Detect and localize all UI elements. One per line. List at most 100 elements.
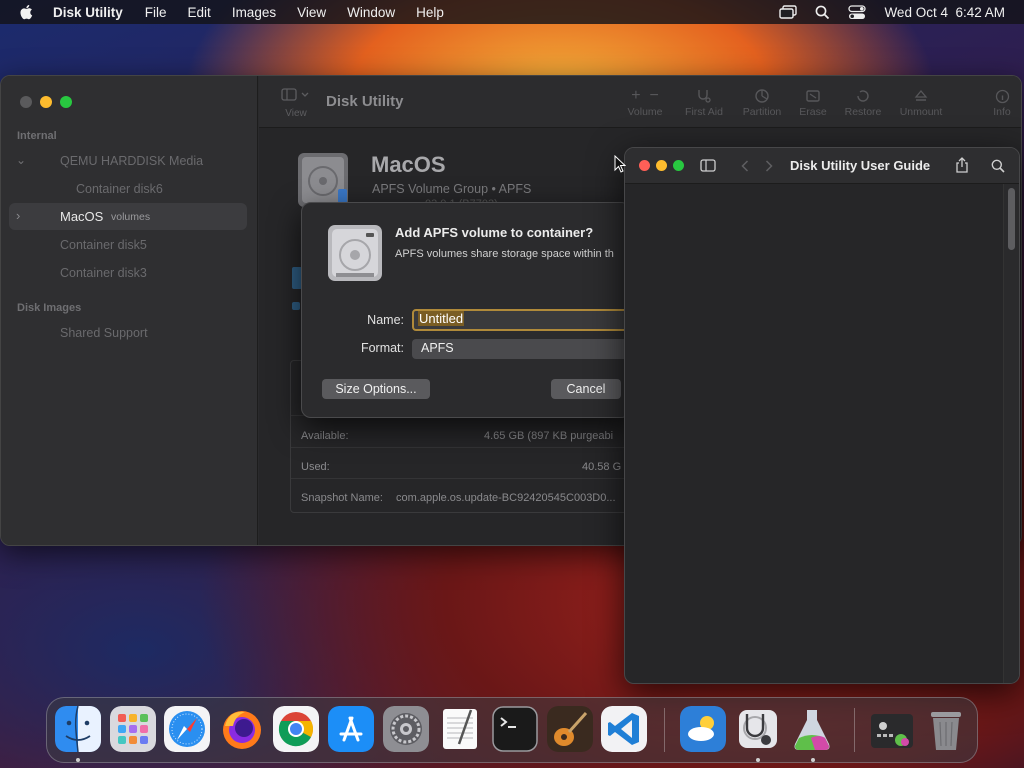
screen-mirroring-icon[interactable]	[779, 5, 798, 19]
help-viewer-window: Disk Utility User Guide	[624, 147, 1020, 684]
toolbar-info-button[interactable]: Info	[987, 86, 1017, 118]
dock-downloads-stack[interactable]	[869, 706, 915, 752]
disk-utility-icon	[739, 710, 777, 748]
toolbar-unmount-button[interactable]: Unmount	[895, 86, 947, 118]
running-indicator	[811, 758, 815, 762]
view-button[interactable]: View	[281, 88, 311, 119]
textedit-icon	[443, 709, 477, 749]
sidebar-item-label: Container disk6	[76, 182, 163, 196]
dock-vscode[interactable]	[601, 706, 647, 752]
toolbar-label: Erase	[799, 106, 827, 118]
close-button[interactable]	[639, 160, 650, 171]
minimize-button[interactable]	[40, 96, 52, 108]
toolbar-first-aid-button[interactable]: First Aid	[679, 86, 729, 118]
toolbar-label: Info	[993, 106, 1011, 118]
window-title: Disk Utility	[326, 93, 404, 110]
sidebar-item-container-disk5[interactable]: Container disk5	[60, 238, 147, 252]
share-icon[interactable]	[955, 157, 969, 173]
toolbar-label: First Aid	[685, 106, 723, 118]
dock-disk-utility[interactable]	[735, 706, 781, 752]
chevron-right-icon[interactable]: ›	[16, 208, 20, 223]
disk-utility-drive-icon	[328, 225, 382, 281]
toolbar: View Disk Utility + − Volume First Aid P…	[259, 76, 1021, 128]
toolbar-restore-button[interactable]: Restore	[839, 86, 887, 118]
sidebar-item-container-disk6[interactable]: Container disk6	[76, 182, 163, 196]
zoom-button[interactable]	[60, 96, 72, 108]
add-volume-dialog: Add APFS volume to container? APFS volum…	[301, 202, 642, 418]
menu-help[interactable]: Help	[416, 5, 444, 20]
dock-finder[interactable]	[55, 706, 101, 752]
guitar-icon	[547, 706, 593, 752]
trash-icon	[931, 712, 961, 750]
control-center-icon[interactable]	[848, 4, 867, 20]
dock-terminal[interactable]	[492, 706, 538, 752]
info-key: Snapshot Name:	[301, 492, 383, 504]
sidebar-item-label: MacOS	[60, 209, 104, 224]
chevron-down-icon[interactable]: ⌄	[16, 153, 26, 167]
menu-images[interactable]: Images	[232, 5, 276, 20]
info-value: 4.65 GB (897 KB purgeabi	[484, 430, 614, 442]
dock-system-settings[interactable]	[383, 706, 429, 752]
scrollbar-thumb[interactable]	[1008, 188, 1015, 250]
minimize-button[interactable]	[656, 160, 667, 171]
dock-app-store[interactable]	[328, 706, 374, 752]
scroll-track[interactable]	[1003, 184, 1019, 683]
apple-menu-icon[interactable]	[18, 3, 36, 21]
sidebar-toggle-icon[interactable]	[700, 159, 716, 172]
format-select[interactable]: APFS	[412, 339, 642, 359]
format-label: Format:	[360, 341, 404, 355]
help-title: Disk Utility User Guide	[790, 158, 931, 173]
mouse-cursor-icon	[614, 155, 626, 173]
info-value: com.apple.os.update-BC92420545C003D0...	[396, 492, 616, 504]
finder-icon	[55, 706, 101, 752]
dock-firefox[interactable]	[219, 706, 265, 752]
zoom-button[interactable]	[673, 160, 684, 171]
dock-garageband[interactable]	[547, 706, 593, 752]
close-button[interactable]	[20, 96, 32, 108]
toolbar-erase-button[interactable]: Erase	[795, 86, 831, 118]
sidebar-item-container-disk3[interactable]: Container disk3	[60, 266, 147, 280]
toolbar-partition-button[interactable]: Partition	[736, 86, 788, 118]
downloads-stack-icon	[871, 714, 913, 748]
sidebar-item-macos[interactable]: › MacOS volumes	[9, 203, 247, 230]
volume-name-input[interactable]: Untitled	[412, 309, 642, 331]
dock-separator	[854, 708, 855, 752]
sidebar-item-shared-support[interactable]: Shared Support	[60, 326, 148, 340]
toolbar-volume-button[interactable]: + − Volume	[621, 86, 669, 118]
menu-app-name[interactable]: Disk Utility	[53, 5, 123, 20]
dock-trash[interactable]	[923, 706, 969, 752]
dock-textedit[interactable]	[437, 706, 483, 752]
search-icon[interactable]	[991, 159, 1005, 173]
size-options-button[interactable]: Size Options...	[322, 379, 430, 399]
name-label: Name:	[367, 313, 404, 327]
sidebar-item-qemu-harddisk[interactable]: ⌄ QEMU HARDDISK Media	[16, 153, 203, 168]
firefox-icon	[223, 711, 261, 749]
dock-chrome[interactable]	[273, 706, 319, 752]
info-icon	[995, 89, 1009, 103]
menu-file[interactable]: File	[145, 5, 167, 20]
sidebar-item-label: Container disk3	[60, 266, 147, 280]
sidebar: Internal ⌄ QEMU HARDDISK Media Container…	[1, 76, 258, 545]
flask-icon	[794, 710, 830, 750]
menu-edit[interactable]: Edit	[188, 5, 211, 20]
toolbar-label: Partition	[742, 106, 782, 118]
menu-window[interactable]: Window	[347, 5, 395, 20]
sidebar-item-sublabel: volumes	[111, 211, 151, 223]
back-arrow-icon[interactable]	[741, 160, 749, 172]
dock-image-tool[interactable]	[789, 706, 835, 752]
dock-launchpad[interactable]	[110, 706, 156, 752]
spotlight-search-icon[interactable]	[815, 5, 830, 20]
divider	[291, 478, 649, 479]
menubar-clock[interactable]: Wed Oct 4 6:42 AM	[884, 5, 1005, 20]
toolbar-label: Volume	[627, 106, 663, 118]
forward-arrow-icon[interactable]	[765, 160, 773, 172]
info-key: Available:	[301, 430, 349, 442]
eject-icon	[914, 89, 928, 101]
sidebar-section-internal: Internal	[17, 130, 57, 142]
menu-view[interactable]: View	[297, 5, 326, 20]
cancel-button[interactable]: Cancel	[551, 379, 621, 399]
dock-weather[interactable]	[680, 706, 726, 752]
terminal-icon	[492, 706, 538, 752]
dock-safari[interactable]	[164, 706, 210, 752]
dialog-heading: Add APFS volume to container?	[395, 225, 594, 240]
